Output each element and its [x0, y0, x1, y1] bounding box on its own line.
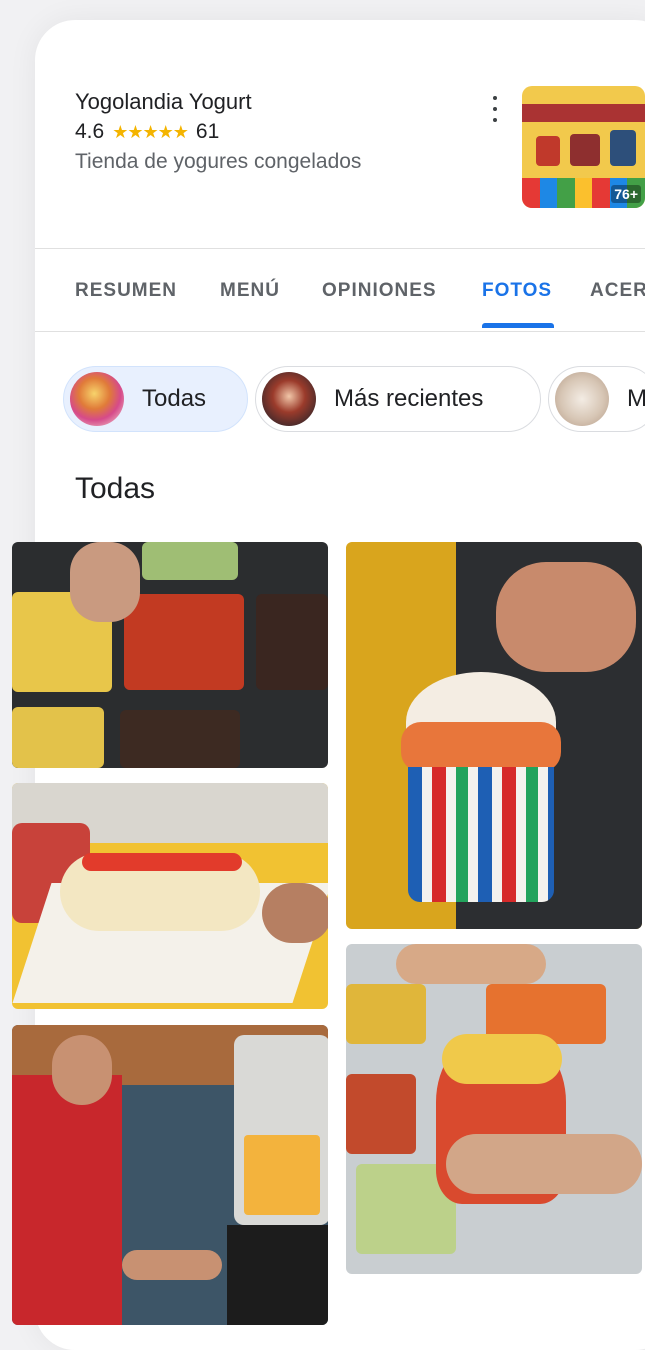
- place-header: Yogolandia Yogurt 4.6 ★★★★★ 61 Tienda de…: [75, 88, 361, 174]
- rating-value: 4.6: [75, 120, 105, 143]
- chip-mas-recientes[interactable]: Más recientes: [255, 366, 541, 432]
- active-tab-indicator: [482, 323, 554, 328]
- photo-froyo-cup[interactable]: [346, 542, 642, 929]
- more-options-icon[interactable]: [489, 96, 501, 122]
- tab-opiniones[interactable]: OPINIONES: [322, 280, 437, 302]
- chip-avatar: [70, 372, 124, 426]
- star-rating-icon: ★★★★★: [112, 121, 189, 142]
- place-name: Yogolandia Yogurt: [75, 89, 252, 114]
- photo-elote[interactable]: [12, 783, 328, 1009]
- divider: [35, 331, 645, 332]
- section-title: Todas: [75, 472, 156, 505]
- tab-fotos[interactable]: FOTOS: [482, 280, 552, 302]
- photo-fruit-cup[interactable]: [346, 944, 642, 1274]
- chip-avatar: [555, 372, 609, 426]
- tab-acerca[interactable]: ACER: [590, 280, 645, 302]
- chip-label: M: [627, 385, 645, 412]
- photo-count-badge: 76+: [611, 185, 641, 203]
- chip-menu[interactable]: M: [548, 366, 645, 432]
- tab-resumen[interactable]: RESUMEN: [75, 280, 177, 302]
- place-thumbnail[interactable]: 76+: [522, 86, 645, 208]
- chip-avatar: [262, 372, 316, 426]
- photo-blender[interactable]: [12, 1025, 328, 1325]
- tab-bar: RESUMEN MENÚ OPINIONES FOTOS ACER: [35, 250, 645, 332]
- chip-todas[interactable]: Todas: [63, 366, 248, 432]
- rating-row[interactable]: 4.6 ★★★★★ 61: [75, 120, 361, 144]
- place-category: Tienda de yogures congelados: [75, 150, 362, 173]
- review-count: 61: [195, 120, 220, 143]
- chip-label: Todas: [142, 385, 207, 412]
- chip-label: Más recientes: [334, 385, 484, 412]
- divider: [35, 248, 645, 249]
- tab-menu[interactable]: MENÚ: [220, 280, 280, 302]
- photo-toppings-bar[interactable]: [12, 542, 328, 768]
